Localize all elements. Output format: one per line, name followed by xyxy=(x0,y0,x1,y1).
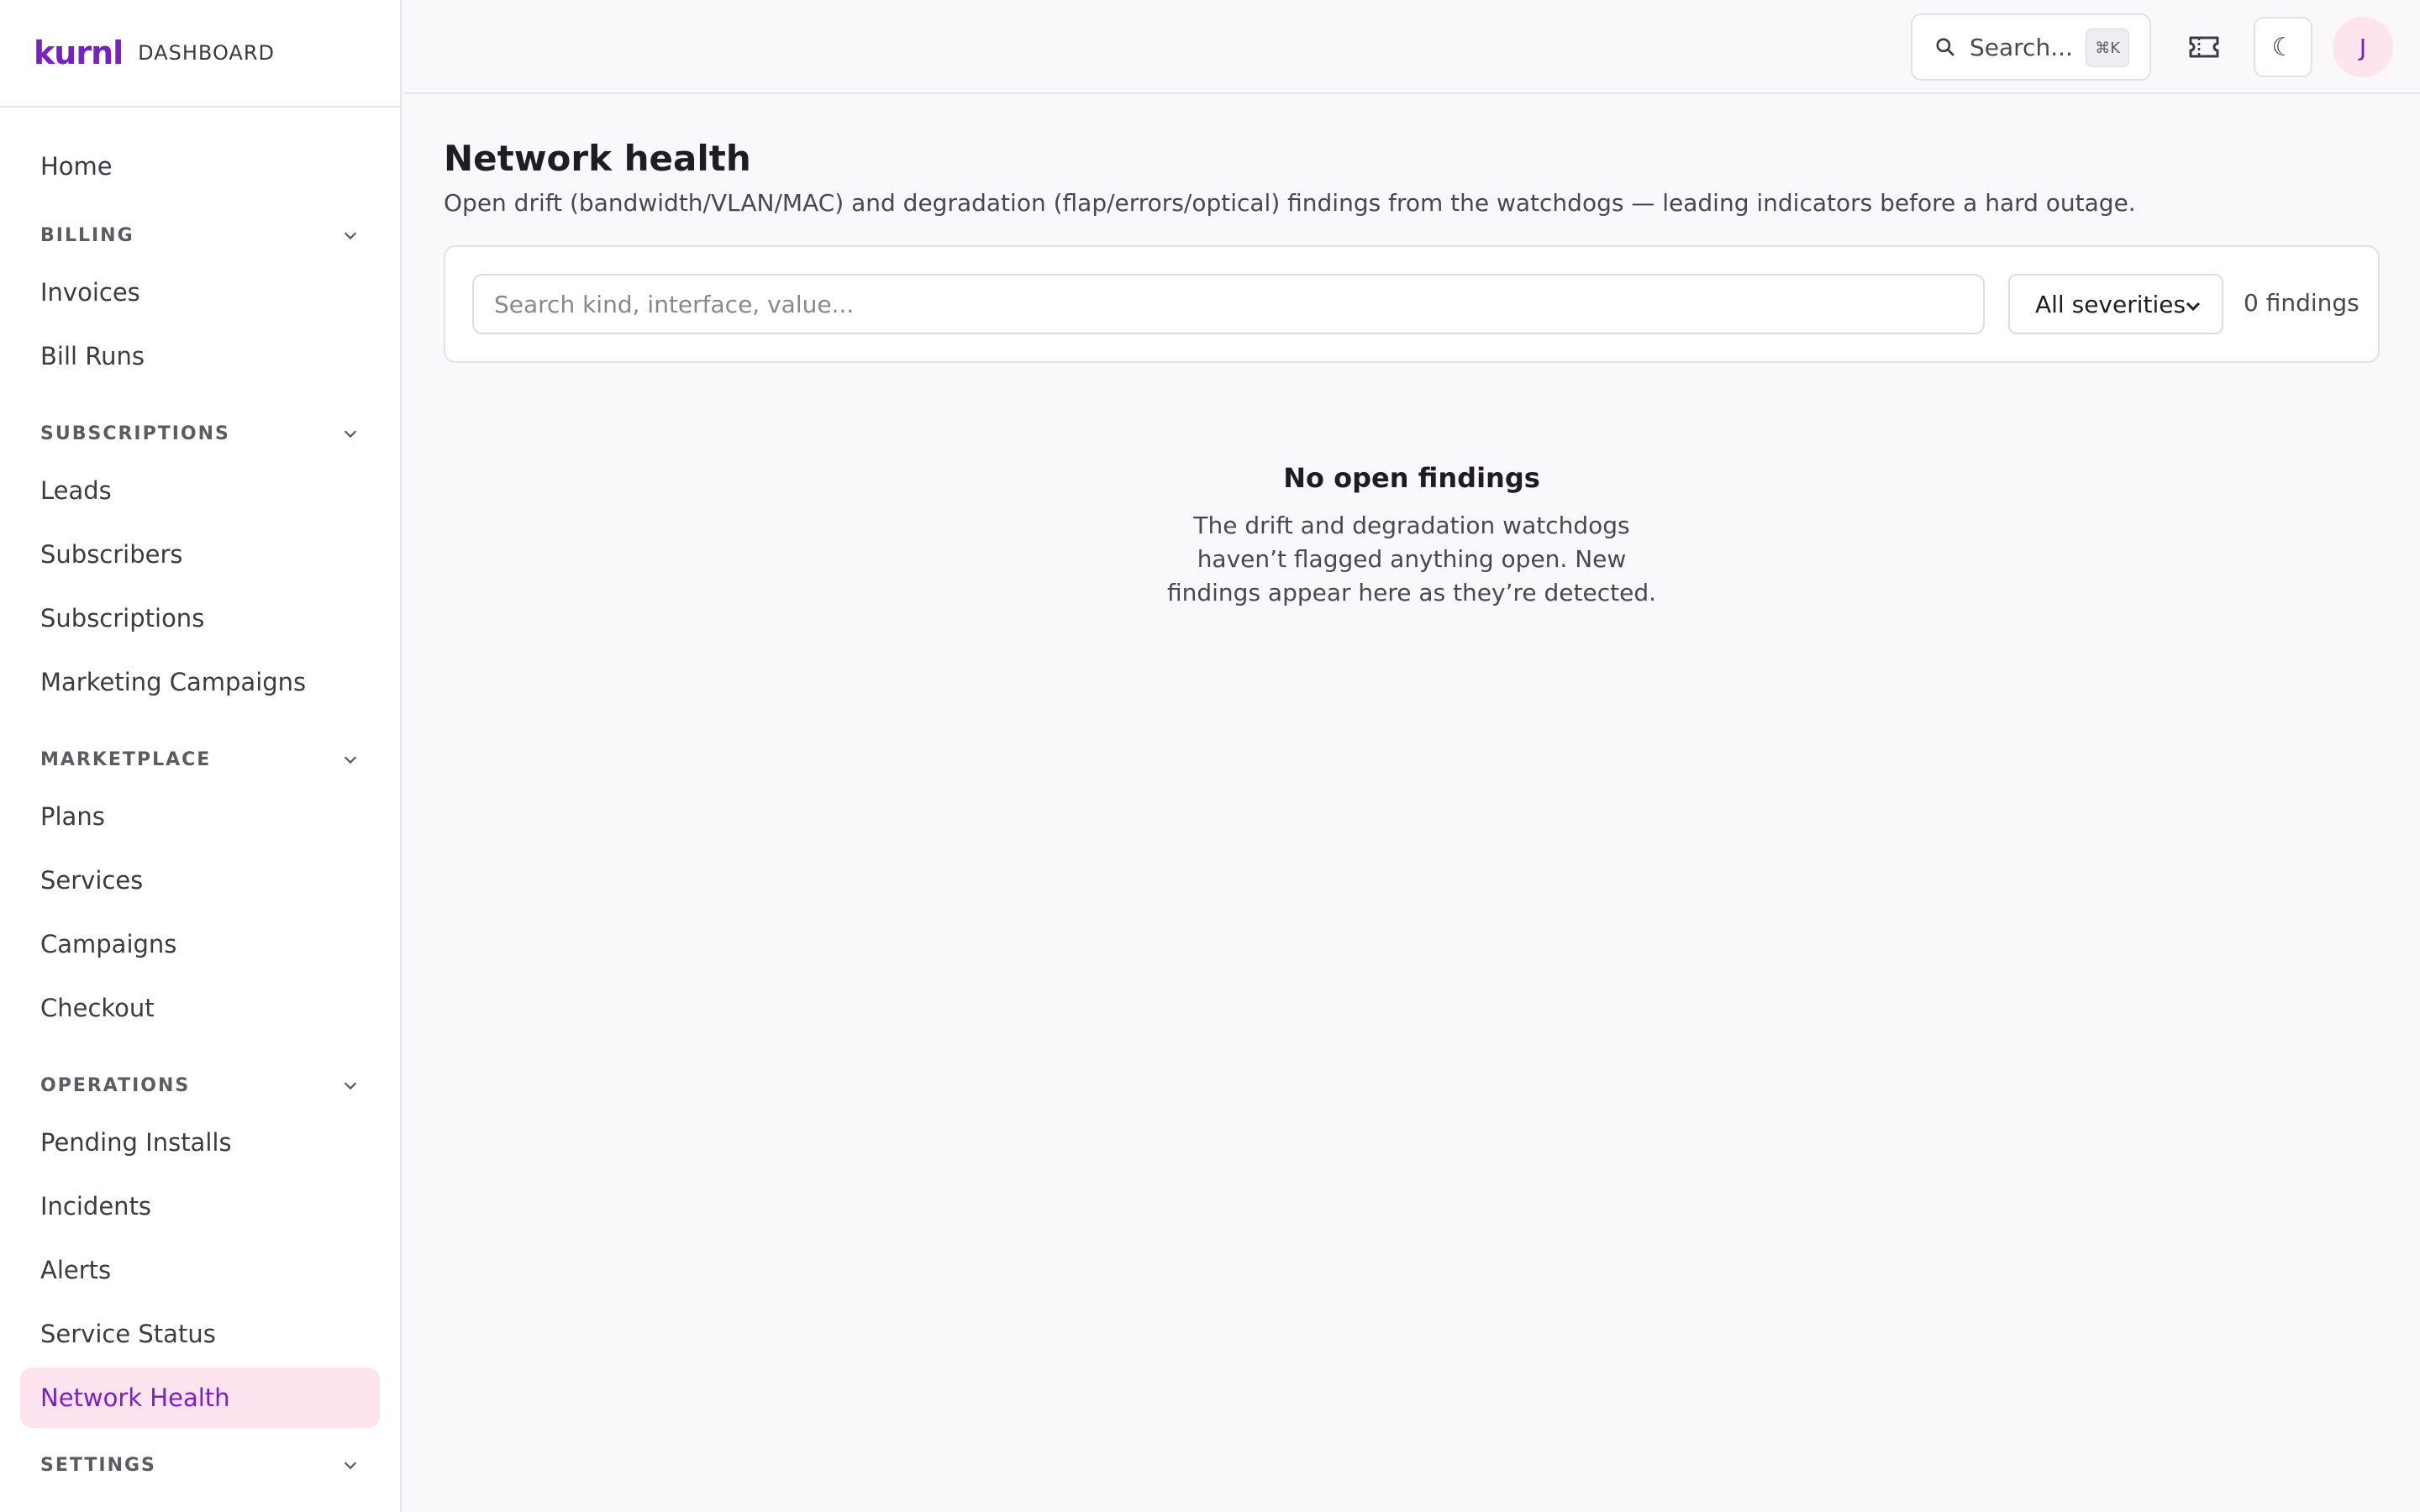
sidebar-item-label: Campaigns xyxy=(40,930,177,958)
sidebar-item-label: Home xyxy=(40,152,113,181)
sidebar-item-checkout[interactable]: Checkout xyxy=(20,978,380,1038)
sidebar-item-label: Subscriptions xyxy=(40,604,205,633)
sidebar-item-pending-installs[interactable]: Pending Installs xyxy=(20,1112,380,1173)
chevron-down-icon xyxy=(344,232,357,240)
sidebar-item-alerts[interactable]: Alerts xyxy=(20,1240,380,1300)
section-operations-header[interactable]: OPERATIONS xyxy=(20,1067,380,1104)
topbar: Search... ⌘K ☾ J xyxy=(403,0,2420,94)
sidebar-item-label: Checkout xyxy=(40,994,155,1022)
ticket-icon xyxy=(2189,36,2219,58)
sidebar-item-leads[interactable]: Leads xyxy=(20,460,380,521)
page-title: Network health xyxy=(444,138,751,179)
sidebar-item-bill-runs[interactable]: Bill Runs xyxy=(20,326,380,386)
section-marketplace-header[interactable]: MARKETPLACE xyxy=(20,741,380,778)
theme-toggle-button[interactable]: ☾ xyxy=(2254,17,2312,77)
sidebar-item-label: Subscribers xyxy=(40,540,183,569)
section-title: MARKETPLACE xyxy=(40,748,212,770)
sidebar-item-campaigns[interactable]: Campaigns xyxy=(20,914,380,974)
sidebar-item-subscriptions[interactable]: Subscriptions xyxy=(20,588,380,648)
sidebar-item-plans[interactable]: Plans xyxy=(20,786,380,847)
sidebar-item-label: Bill Runs xyxy=(40,342,145,370)
section-title: OPERATIONS xyxy=(40,1074,191,1096)
empty-state-title: No open findings xyxy=(1283,462,1540,494)
search-icon xyxy=(1936,38,1954,56)
section-title: SETTINGS xyxy=(40,1454,156,1476)
sidebar-item-label: Leads xyxy=(40,476,112,505)
sidebar-item-invoices[interactable]: Invoices xyxy=(20,262,380,323)
empty-state: No open findings The drift and degradati… xyxy=(444,462,2380,610)
app-root: kurnl DASHBOARD Home BILLING Invoices Bi… xyxy=(0,0,2420,1512)
empty-state-body: The drift and degradation watchdogs have… xyxy=(1166,512,1656,606)
section-settings-header[interactable]: SETTINGS xyxy=(20,1446,380,1483)
sidebar-item-label: Network Health xyxy=(40,1383,230,1412)
section-subscriptions-header[interactable]: SUBSCRIPTIONS xyxy=(20,415,380,452)
ticket-button[interactable] xyxy=(2175,17,2233,77)
avatar[interactable]: J xyxy=(2333,17,2393,77)
brand-subtitle: DASHBOARD xyxy=(138,41,275,65)
sidebar-item-subscribers[interactable]: Subscribers xyxy=(20,524,380,585)
sidebar-item-network-health[interactable]: Network Health xyxy=(20,1368,380,1428)
main-content: Network health Open drift (bandwidth/VLA… xyxy=(444,94,2380,610)
findings-count: 0 findings xyxy=(2244,289,2360,317)
moon-icon: ☾ xyxy=(2271,32,2295,62)
sidebar-item-label: Alerts xyxy=(40,1256,112,1284)
section-title: SUBSCRIPTIONS xyxy=(40,423,230,444)
brand[interactable]: kurnl DASHBOARD xyxy=(0,0,400,108)
chevron-down-icon xyxy=(344,1462,357,1470)
sidebar-item-service-status[interactable]: Service Status xyxy=(20,1304,380,1364)
brand-logo: kurnl xyxy=(34,34,124,71)
filter-card: All severities 0 findings xyxy=(444,245,2380,363)
sidebar-item-label: Invoices xyxy=(40,278,140,307)
page-description: Open drift (bandwidth/VLAN/MAC) and degr… xyxy=(444,189,2136,217)
sidebar-item-home[interactable]: Home xyxy=(20,136,380,197)
sidebar-item-incidents[interactable]: Incidents xyxy=(20,1176,380,1236)
sidebar-item-label: Plans xyxy=(40,802,105,831)
sidebar-item-label: Pending Installs xyxy=(40,1128,232,1157)
chevron-down-icon xyxy=(2186,302,2201,312)
severity-select-value: All severities xyxy=(2035,290,2186,318)
findings-search-input[interactable] xyxy=(472,274,1985,334)
sidebar: kurnl DASHBOARD Home BILLING Invoices Bi… xyxy=(0,0,402,1512)
section-billing-header[interactable]: BILLING xyxy=(20,217,380,254)
sidebar-nav: Home BILLING Invoices Bill Runs SUBSCRIP… xyxy=(0,108,400,1483)
search-label: Search... xyxy=(1970,33,2073,61)
chevron-down-icon xyxy=(344,756,357,764)
chevron-down-icon xyxy=(344,1082,357,1090)
chevron-down-icon xyxy=(344,430,357,438)
global-search-button[interactable]: Search... ⌘K xyxy=(1911,13,2151,81)
sidebar-item-services[interactable]: Services xyxy=(20,850,380,911)
severity-select[interactable]: All severities xyxy=(2008,274,2223,334)
sidebar-item-label: Service Status xyxy=(40,1320,216,1348)
sidebar-item-label: Services xyxy=(40,866,144,895)
sidebar-item-marketing-campaigns[interactable]: Marketing Campaigns xyxy=(20,652,380,712)
sidebar-item-label: Incidents xyxy=(40,1192,152,1221)
search-shortcut: ⌘K xyxy=(2086,29,2129,67)
section-title: BILLING xyxy=(40,224,134,246)
sidebar-item-label: Marketing Campaigns xyxy=(40,668,307,696)
